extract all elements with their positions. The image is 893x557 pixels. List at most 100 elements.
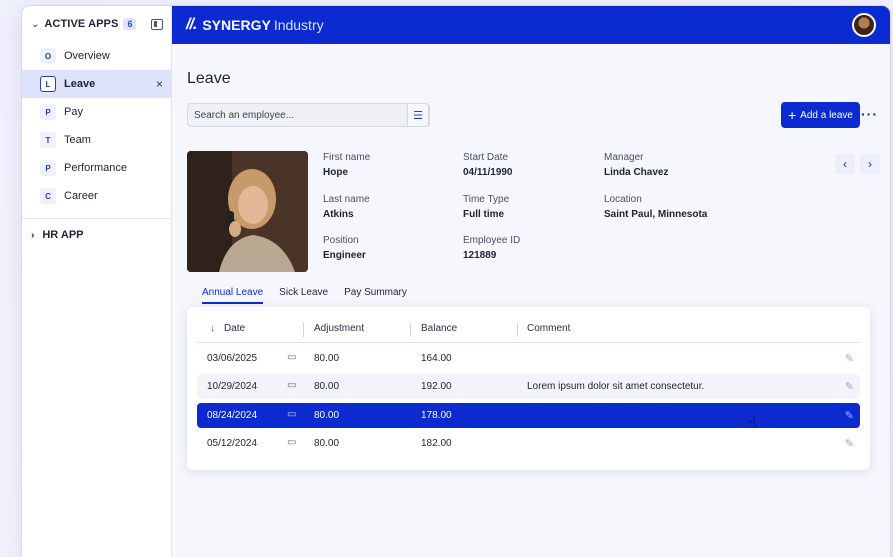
column-date[interactable]: Date (224, 323, 245, 334)
balance-cell: 164.00 (421, 353, 452, 364)
table-row[interactable]: 05/12/2024 ▭ 80.00 182.00 ✎ (197, 431, 860, 456)
app-letter-icon: T (40, 132, 56, 148)
search-placeholder: Search an employee... (194, 109, 295, 121)
manager-value: Linda Chavez (604, 167, 669, 178)
time-type-value: Full time (463, 209, 505, 220)
adjustment-cell: 80.00 (314, 353, 340, 364)
employee-id-field: Employee ID 121889 (463, 235, 520, 261)
main-content: Leave Search an employee... ☰ + Add a le… (172, 44, 890, 557)
last-name-label: Last name (323, 194, 370, 205)
next-employee-button[interactable]: › (860, 154, 880, 174)
app-letter-icon: P (40, 104, 56, 120)
page-title: Leave (187, 70, 231, 87)
plus-icon: + (787, 107, 797, 123)
balance-cell: 182.00 (421, 438, 452, 449)
edit-icon[interactable]: ✎ (845, 380, 854, 393)
app-letter-icon: L (40, 76, 56, 92)
hand-cursor-icon: ☝ (747, 415, 757, 432)
leave-tabs: Annual Leave Sick Leave Pay Summary (202, 287, 407, 304)
balance-cell: 178.00 (421, 410, 452, 421)
column-separator (517, 323, 518, 337)
balance-cell: 192.00 (421, 381, 452, 392)
sidebar-item-team[interactable]: T Team (22, 126, 171, 154)
column-separator (410, 323, 411, 337)
tab-sick-leave[interactable]: Sick Leave (279, 287, 328, 304)
close-icon[interactable]: × (156, 77, 163, 91)
sidebar-item-overview[interactable]: O Overview (22, 42, 171, 70)
employee-photo-illustration (187, 151, 308, 272)
manager-field: Manager Linda Chavez (604, 152, 668, 178)
tab-annual-leave[interactable]: Annual Leave (202, 287, 264, 304)
edit-icon[interactable]: ✎ (845, 352, 854, 365)
column-adjustment[interactable]: Adjustment (314, 323, 364, 334)
date-cell: 08/24/2024 (207, 410, 258, 421)
active-apps-title: ACTIVE APPS (44, 18, 119, 30)
column-balance[interactable]: Balance (421, 323, 457, 334)
tab-pay-summary[interactable]: Pay Summary (344, 287, 407, 304)
start-date-value: 04/11/1990 (463, 167, 513, 178)
column-comment[interactable]: Comment (527, 323, 570, 334)
sidebar-item-label: Career (64, 190, 98, 202)
hr-app-label: HR APP (42, 229, 84, 241)
comment-cell: Lorem ipsum dolor sit amet consectetur. (527, 381, 705, 392)
previous-employee-button[interactable]: ‹ (835, 154, 855, 174)
sidebar: ⌄ ACTIVE APPS 6 O Overview L Leave × P P… (22, 6, 172, 557)
sidebar-item-label: Overview (64, 50, 110, 62)
table-header: ↓ Date Adjustment Balance Comment (197, 319, 860, 343)
start-date-label: Start Date (463, 152, 509, 163)
calendar-icon: ▭ (287, 409, 297, 420)
employee-photo (187, 151, 308, 272)
adjustment-cell: 80.00 (314, 410, 340, 421)
column-separator (303, 323, 304, 337)
date-cell: 10/29/2024 (207, 381, 258, 392)
brand-name: SYNERGY (202, 17, 271, 33)
app-letter-icon: C (40, 188, 56, 204)
time-type-field: Time Type Full time (463, 194, 509, 220)
employee-id-label: Employee ID (463, 235, 521, 246)
table-row[interactable]: 10/29/2024 ▭ 80.00 192.00 Lorem ipsum do… (197, 374, 860, 399)
app-letter-icon: P (40, 160, 56, 176)
time-type-label: Time Type (463, 194, 510, 205)
sidebar-item-pay[interactable]: P Pay (22, 98, 171, 126)
app-window: ⌄ ACTIVE APPS 6 O Overview L Leave × P P… (22, 6, 890, 557)
sidebar-item-label: Pay (64, 106, 83, 118)
location-label: Location (604, 194, 642, 205)
position-label: Position (323, 235, 359, 246)
calendar-icon: ▭ (287, 437, 297, 448)
app-letter-icon: O (40, 48, 56, 64)
date-cell: 05/12/2024 (207, 438, 258, 449)
edit-icon[interactable]: ✎ (845, 437, 854, 450)
sidebar-item-performance[interactable]: P Performance (22, 154, 171, 182)
adjustment-cell: 80.00 (314, 438, 340, 449)
table-row-selected[interactable]: 08/24/2024 ▭ 80.00 178.00 ✎ (197, 403, 860, 428)
list-filter-icon[interactable]: ☰ (407, 103, 429, 127)
top-bar: //. SYNERGY Industry (172, 6, 890, 44)
sidebar-item-career[interactable]: C Career (22, 182, 171, 210)
brand-suffix: Industry (273, 17, 324, 33)
active-apps-header[interactable]: ⌄ ACTIVE APPS 6 (22, 6, 171, 42)
sort-icon[interactable]: ↓ (210, 323, 215, 334)
collapse-panel-icon[interactable] (151, 18, 163, 30)
calendar-icon: ▭ (287, 352, 297, 363)
position-field: Position Engineer (323, 235, 366, 261)
table-row[interactable]: 03/06/2025 ▭ 80.00 164.00 ✎ (197, 346, 860, 371)
last-name-value: Atkins (323, 209, 354, 220)
search-employee-input[interactable]: Search an employee... ☰ (187, 103, 430, 127)
position-value: Engineer (323, 250, 366, 261)
add-leave-button[interactable]: + Add a leave (780, 102, 860, 128)
sidebar-item-leave[interactable]: L Leave × (22, 70, 171, 98)
edit-icon[interactable]: ✎ (845, 409, 854, 422)
more-options-icon[interactable]: ··· (861, 106, 878, 122)
hr-app-section[interactable]: › HR APP (22, 219, 171, 251)
user-avatar[interactable] (852, 13, 876, 37)
sidebar-item-label: Team (64, 134, 91, 146)
location-field: Location Saint Paul, Minnesota (604, 194, 707, 220)
location-value: Saint Paul, Minnesota (604, 209, 708, 220)
sidebar-item-label: Leave (64, 78, 96, 90)
add-leave-label: Add a leave (800, 109, 853, 121)
first-name-label: First name (323, 152, 371, 163)
sidebar-item-label: Performance (64, 162, 127, 174)
employee-id-value: 121889 (463, 250, 497, 261)
first-name-value: Hope (323, 167, 348, 178)
last-name-field: Last name Atkins (323, 194, 370, 220)
